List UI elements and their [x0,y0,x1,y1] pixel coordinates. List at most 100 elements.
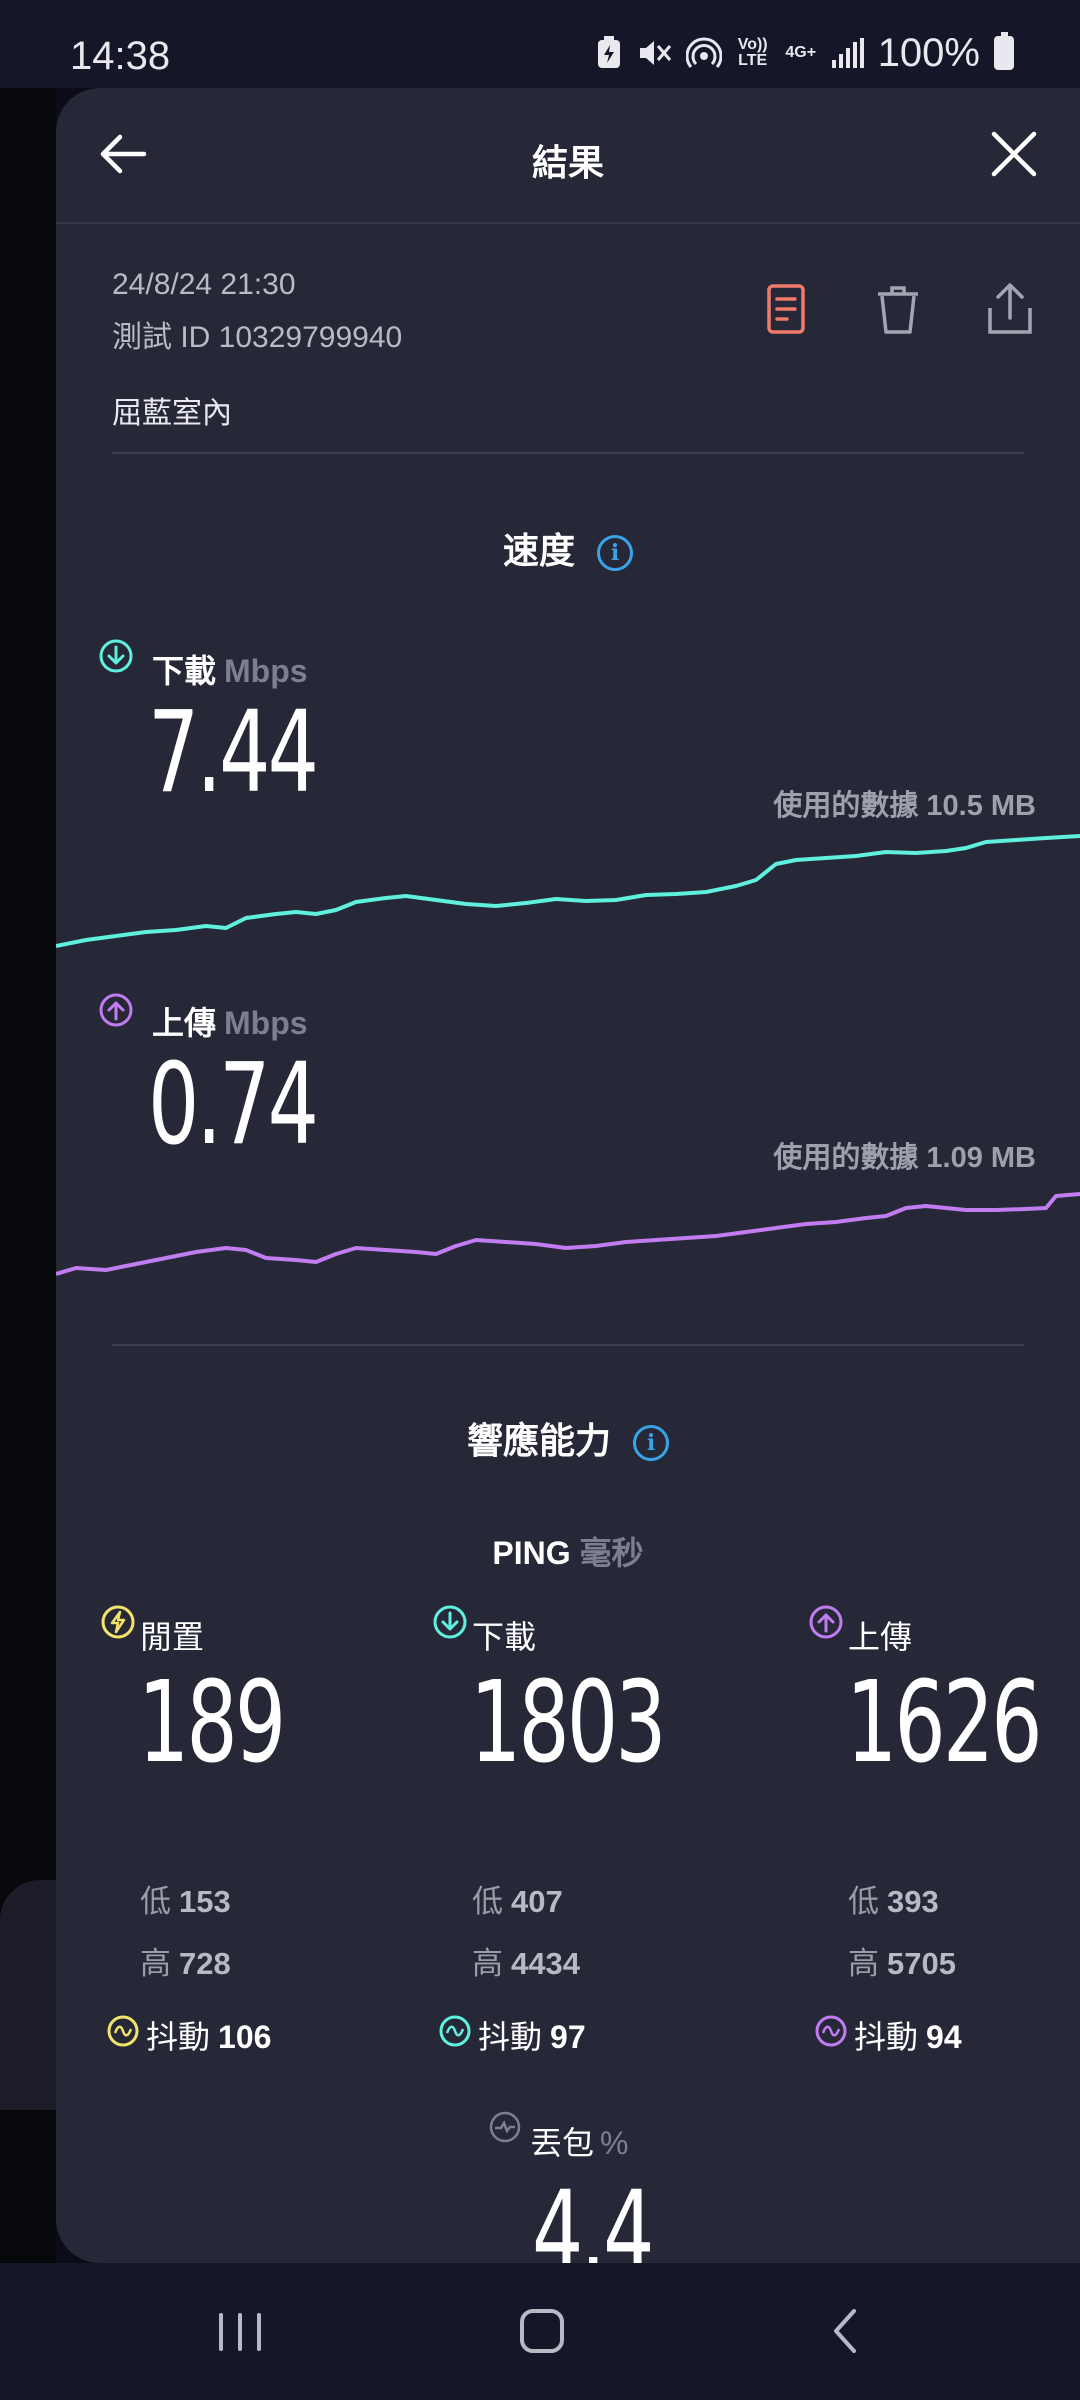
test-note[interactable]: 屈藍室內 [112,388,232,432]
download-speed-value: 7.44 [148,688,319,818]
signal-icon [831,38,864,68]
download-ping-value: 1803 [470,1658,667,1788]
high-label: 高 [472,1946,503,1981]
download-jitter-value: 97 [550,2019,586,2055]
home-icon[interactable] [507,2301,577,2361]
idle-high-value: 728 [179,1946,231,1981]
sheet-header: 結果 [56,88,1080,224]
volte-indicator: Vo)) LTE [737,36,768,69]
upload-low-value: 393 [887,1884,939,1919]
download-jitter-icon [439,2015,471,2047]
packet-loss-unit: % [600,2125,629,2161]
idle-jitter-value: 106 [218,2019,272,2055]
upload-low: 低 393 [848,1876,939,1921]
download-label: 下載 Mbps [152,646,308,692]
background-card-edge [0,1880,56,2110]
idle-jitter: 抖動 106 [146,2012,271,2058]
results-sheet: 結果 24/8/24 21:30 測試 ID 10329799940 屈藍室內 … [56,88,1080,2263]
ping-unit: 毫秒 [579,1535,644,1571]
packet-loss-label: 丟包% [530,2118,628,2164]
close-icon[interactable] [986,126,1042,182]
ping-upload-column: 上傳 1626 低 393 高 5705 抖動 94 [808,1604,1080,2055]
status-icons: Vo)) LTE 4G+ 100% [596,30,1014,76]
low-label: 低 [848,1884,879,1919]
upload-high: 高 5705 [848,1938,956,1983]
packet-loss-icon [489,2111,521,2143]
download-arrow-icon [433,1605,467,1639]
ping-download-column: 下載 1803 低 407 高 4434 抖動 97 [432,1604,752,2055]
upload-speed-line [56,1192,1080,1276]
speed-title-text: 速度 [502,530,575,571]
back-icon[interactable] [810,2301,880,2361]
share-icon[interactable] [982,280,1038,340]
test-id: 測試 ID 10329799940 [112,321,403,354]
divider [112,452,1024,454]
download-high-value: 4434 [511,1946,580,1981]
speed-section-title: 速度 i [56,522,1080,574]
ping-idle-column: 閒置 189 低 153 高 728 抖動 106 [100,1604,420,2055]
status-time: 14:38 [70,34,171,78]
high-label: 高 [140,1946,171,1981]
jitter-label: 抖動 [146,2019,211,2055]
upload-ping-label: 上傳 [848,1619,913,1655]
battery-icon [994,32,1014,70]
ping-heading: PING 毫秒 [56,1528,1080,1574]
idle-lightning-icon [101,1605,135,1639]
download-unit: Mbps [224,653,308,689]
download-speed-line [56,834,1080,948]
recent-apps-icon[interactable] [205,2301,275,2361]
info-icon[interactable]: i [597,535,633,572]
page-title: 結果 [531,142,604,183]
upload-arrow-icon [809,1605,843,1639]
upload-arrow-icon [99,993,133,1027]
upload-jitter: 抖動 94 [854,2012,962,2058]
jitter-label: 抖動 [854,2019,919,2055]
upload-label: 上傳 Mbps [152,998,308,1044]
upload-ping-value: 1626 [846,1658,1043,1788]
low-label: 低 [472,1884,503,1919]
download-label-text: 下載 [152,653,217,689]
idle-low-value: 153 [179,1884,231,1919]
responsiveness-title-text: 響應能力 [466,1420,611,1461]
test-date: 24/8/24 21:30 [112,268,296,301]
info-icon[interactable]: i [633,1425,669,1462]
upload-jitter-value: 94 [926,2019,962,2055]
upload-data-used: 使用的數據 1.09 MB [773,1142,1036,1174]
download-data-used: 使用的數據 10.5 MB [773,790,1036,822]
mute-icon [639,41,671,65]
idle-ping-value: 189 [138,1658,286,1788]
trash-icon[interactable] [870,280,926,340]
upload-high-value: 5705 [887,1946,956,1981]
download-ping-label: 下載 [472,1619,537,1655]
divider [112,1344,1024,1346]
ping-label: PING [492,1535,571,1571]
jitter-label: 抖動 [478,2019,543,2055]
idle-jitter-icon [107,2015,139,2047]
packet-loss-label-text: 丟包 [530,2125,595,2161]
idle-low: 低 153 [140,1876,231,1921]
responsiveness-section-title: 響應能力 i [56,1412,1080,1464]
download-arrow-icon [99,639,133,673]
upload-jitter-icon [815,2015,847,2047]
download-jitter: 抖動 97 [478,2012,586,2058]
download-high: 高 4434 [472,1938,580,1983]
hotspot-icon [685,37,722,68]
status-bar: 14:38 Vo)) LTE 4G+ 100% [0,0,1080,88]
network-indicator: 4G+ [785,44,817,61]
download-speed-chart [56,834,1080,948]
download-low: 低 407 [472,1876,563,1921]
upload-speed-chart [56,1192,1080,1276]
packet-loss-value: 4.4 [532,2168,654,2263]
download-low-value: 407 [511,1884,563,1919]
idle-high: 高 728 [140,1938,231,1983]
upload-speed-value: 0.74 [148,1040,319,1170]
upload-unit: Mbps [224,1005,308,1041]
idle-label: 閒置 [140,1619,205,1655]
document-icon[interactable] [758,280,814,340]
low-label: 低 [140,1884,171,1919]
upload-label-text: 上傳 [152,1005,217,1041]
high-label: 高 [848,1946,879,1981]
battery-saver-icon [597,36,620,68]
battery-percent: 100% [877,30,980,75]
navigation-bar [0,2263,1080,2400]
